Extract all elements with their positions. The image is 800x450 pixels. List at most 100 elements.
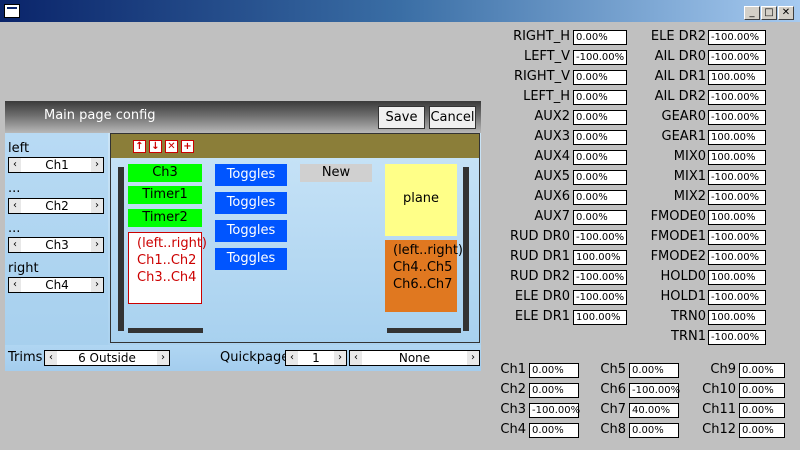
input-value-field: -100.00% [708,230,766,245]
chevron-left-icon[interactable]: ‹ [9,238,21,252]
chevron-left-icon[interactable]: ‹ [9,158,21,172]
right-vertical-bar [463,167,469,331]
chevron-right-icon[interactable]: › [91,199,103,213]
toggles-cell[interactable]: Toggles [215,248,287,270]
input-label: AIL DR1 [654,69,706,84]
channel-label: Ch9 [710,362,736,377]
input-value-field: 100.00% [708,210,766,225]
move-up-icon[interactable]: ↑ [133,140,146,153]
layout-cell[interactable]: Timer2 [128,209,202,227]
spinner-value: Ch2 [45,199,69,213]
spinner-left[interactable]: ‹ Ch1 › [8,157,104,173]
sidebar-label-3: ... [8,221,21,236]
box-line: Ch4..Ch5 [393,260,453,275]
chevron-left-icon[interactable]: ‹ [45,351,57,365]
toggles-cell[interactable]: Toggles [215,164,287,186]
input-value-field: -100.00% [708,50,766,65]
input-value-field: 0.00% [573,170,627,185]
add-icon[interactable]: + [181,140,194,153]
input-value-field: 0.00% [573,130,627,145]
plane-image[interactable]: plane [385,164,457,236]
close-icon[interactable]: ✕ [778,6,794,20]
input-label: AUX5 [534,169,570,184]
toggles-cell[interactable]: Toggles [215,192,287,214]
input-label: AUX3 [534,129,570,144]
input-value-field: -100.00% [573,230,627,245]
sidebar-label-left: left [8,141,30,156]
channel-label: Ch10 [702,382,736,397]
channel-label: Ch3 [500,402,526,417]
panel-title: Main page config [44,108,156,123]
input-label: AUX6 [534,189,570,204]
chevron-left-icon[interactable]: ‹ [9,199,21,213]
input-label: GEAR1 [661,129,706,144]
input-label: AIL DR2 [654,89,706,104]
minimize-icon[interactable]: _ [744,6,760,20]
channel-label: Ch5 [600,362,626,377]
spinner-3[interactable]: ‹ Ch3 › [8,237,104,253]
channel-label: Ch1 [500,362,526,377]
trims-spinner[interactable]: ‹ 6 Outside › [44,350,170,366]
chevron-right-icon[interactable]: › [467,351,479,365]
spinner-value: Ch3 [45,238,69,252]
channel-label: Ch7 [600,402,626,417]
maximize-icon[interactable]: □ [761,6,777,20]
save-button[interactable]: Save [378,106,425,129]
right-channel-box[interactable]: (left..right) Ch4..Ch5 Ch6..Ch7 [385,240,464,312]
input-value-field: 100.00% [708,270,766,285]
channel-label: Ch12 [702,422,736,437]
chevron-left-icon[interactable]: ‹ [350,351,362,365]
input-value-field: -100.00% [708,170,766,185]
channel-value-field: 0.00% [529,383,579,398]
chevron-right-icon[interactable]: › [91,238,103,252]
left-channel-box[interactable]: (left..right) Ch1..Ch2 Ch3..Ch4 [128,232,207,304]
input-value-field: 0.00% [573,30,627,45]
quickpages-spinner[interactable]: ‹ 1 › [285,350,347,366]
channel-label: Ch11 [702,402,736,417]
chevron-right-icon[interactable]: › [334,351,346,365]
channel-value-field: 0.00% [739,383,785,398]
layout-cell[interactable]: Timer1 [128,186,202,204]
input-label: AIL DR0 [654,49,706,64]
input-value-field: 0.00% [573,210,627,225]
box-line: (left..right) [393,243,464,258]
trims-label: Trims [8,350,43,365]
chevron-left-icon[interactable]: ‹ [286,351,298,365]
spinner-right[interactable]: ‹ Ch4 › [8,277,104,293]
spinner-2[interactable]: ‹ Ch2 › [8,198,104,214]
cancel-button[interactable]: Cancel [429,106,476,129]
chevron-right-icon[interactable]: › [91,158,103,172]
channel-value-field: 0.00% [629,363,679,378]
quickpages-select[interactable]: ‹ None › [349,350,480,366]
input-label: FMODE2 [650,249,706,264]
input-value-field: -100.00% [708,330,766,345]
move-down-icon[interactable]: ↓ [149,140,162,153]
input-value-field: 100.00% [708,150,766,165]
input-value-field: 100.00% [573,310,627,325]
input-value-field: -100.00% [708,290,766,305]
input-value-field: 0.00% [573,190,627,205]
delete-icon[interactable]: ✕ [165,140,178,153]
input-label: AUX7 [534,209,570,224]
input-value-field: 100.00% [708,70,766,85]
input-label: AUX2 [534,109,570,124]
chevron-right-icon[interactable]: › [157,351,169,365]
sidebar-label-2: ... [8,181,21,196]
input-label: TRN1 [671,329,706,344]
input-value-field: -100.00% [708,250,766,265]
channel-value-field: 0.00% [739,403,785,418]
channel-value-field: 0.00% [529,423,579,438]
chevron-right-icon[interactable]: › [91,278,103,292]
spinner-value: Ch1 [45,158,69,172]
left-horizontal-bar [128,328,203,333]
new-button[interactable]: New [300,164,372,182]
input-value-field: -100.00% [708,30,766,45]
input-value-field: 0.00% [573,70,627,85]
quickpages-value: 1 [312,351,320,365]
input-value-field: -100.00% [708,110,766,125]
input-value-field: -100.00% [708,90,766,105]
chevron-left-icon[interactable]: ‹ [9,278,21,292]
input-label: RUD DR0 [509,229,570,244]
toggles-cell[interactable]: Toggles [215,220,287,242]
layout-cell[interactable]: Ch3 [128,164,202,182]
